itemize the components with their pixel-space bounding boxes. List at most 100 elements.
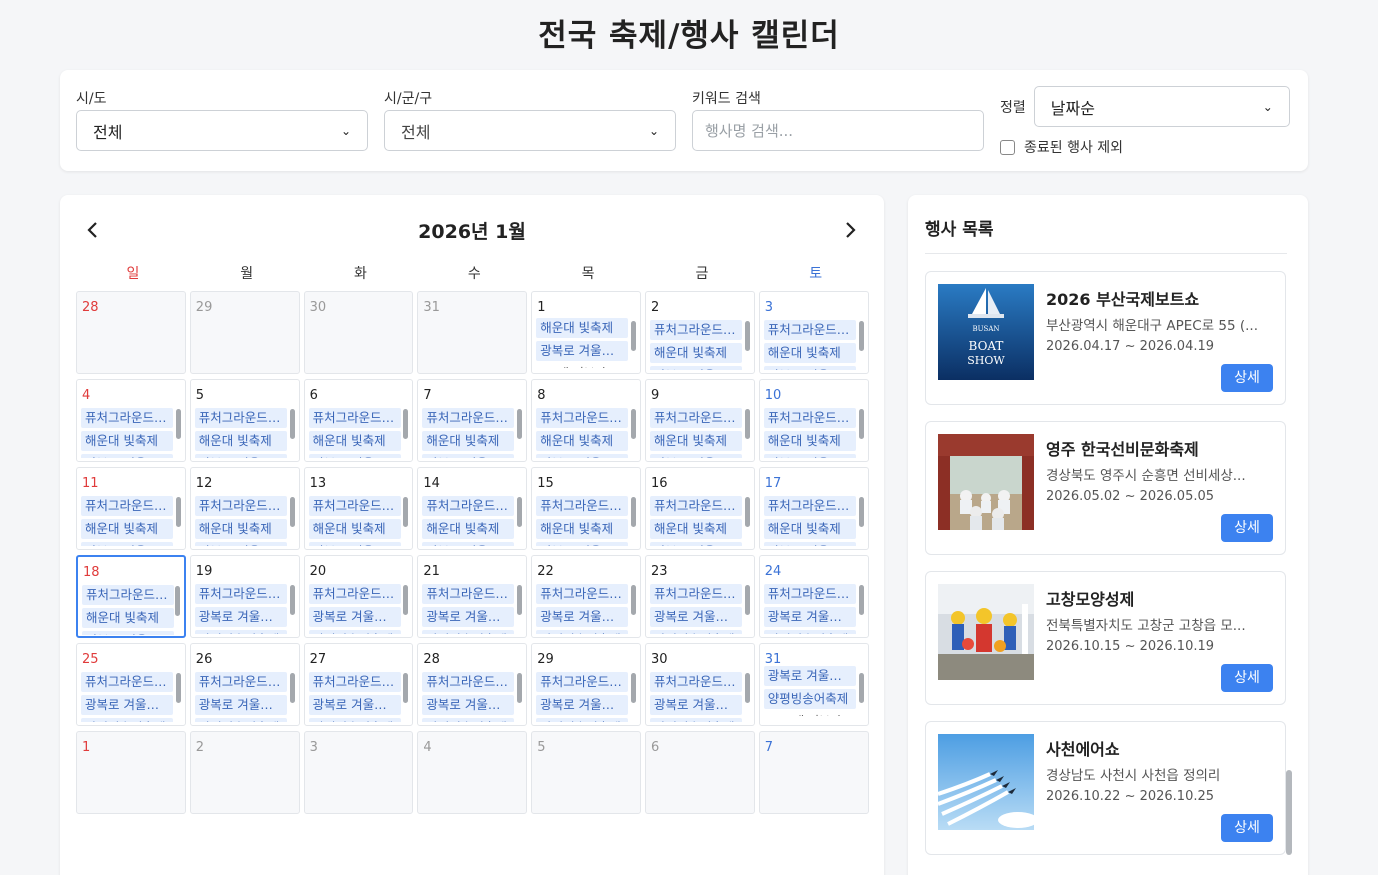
calendar-event-chip[interactable]: 해운대 빛축제 — [536, 318, 629, 338]
calendar-event-chip[interactable]: 퓨처그라운드 ... — [763, 320, 856, 340]
calendar-event-chip[interactable]: 해운대 빛축제 — [308, 519, 401, 539]
calendar-day-cell[interactable]: 31 — [417, 291, 528, 374]
calendar-event-chip[interactable]: 양평빙송어축제 — [763, 689, 856, 709]
calendar-event-chip[interactable]: 광복로 겨울빛... — [649, 607, 742, 627]
calendar-event-chip[interactable]: 양평빙송어축제 — [536, 630, 629, 634]
day-scrollbar-thumb[interactable] — [175, 409, 181, 439]
calendar-event-chip[interactable]: 광복로 겨울빛... — [649, 366, 742, 370]
calendar-event-chip[interactable]: 광복로 겨울빛... — [763, 666, 856, 686]
calendar-day-cell[interactable]: 9 퓨처그라운드 ... 해운대 빛축제광복로 겨울빛... — [644, 379, 755, 462]
calendar-day-cell[interactable]: 27 퓨처그라운드 ... 광복로 겨울빛... 양평빙송어축제 — [303, 643, 414, 726]
calendar-event-chip[interactable]: 광복로 겨울빛... — [308, 542, 401, 546]
calendar-day-cell-today[interactable]: 18 퓨처그라운드 ... 해운대 빛축제광복로 겨울빛... — [76, 555, 186, 638]
calendar-event-chip[interactable]: 해운대 빛축제 — [763, 343, 856, 363]
calendar-event-chip[interactable]: 광복로 겨울빛... — [194, 607, 287, 627]
day-scrollbar-thumb[interactable] — [289, 585, 295, 615]
day-scrollbar-thumb[interactable] — [403, 409, 409, 439]
calendar-event-chip[interactable]: 해운대 빛축제 — [763, 519, 856, 539]
calendar-event-chip[interactable]: 광복로 겨울빛... — [649, 454, 742, 458]
day-scrollbar-thumb[interactable] — [744, 321, 750, 351]
calendar-event-chip[interactable]: 양평빙송어축제 — [649, 630, 742, 634]
calendar-event-chip[interactable]: 해운대 빛축제 — [422, 431, 515, 451]
calendar-day-cell[interactable]: 26 퓨처그라운드 ... 광복로 겨울빛... 양평빙송어축제 — [189, 643, 300, 726]
calendar-event-chip[interactable]: 양평빙송어축제 — [422, 630, 515, 634]
calendar-event-chip[interactable]: 퓨처그라운드 ... — [763, 584, 856, 604]
calendar-event-chip[interactable]: 광복로 겨울빛... — [308, 454, 401, 458]
day-scrollbar-thumb[interactable] — [630, 409, 636, 439]
detail-button[interactable]: 상세 — [1221, 664, 1273, 692]
calendar-day-cell[interactable]: 22 퓨처그라운드 ... 광복로 겨울빛... 양평빙송어축제 — [531, 555, 641, 638]
calendar-day-cell[interactable]: 10 퓨처그라운드 ... 해운대 빛축제광복로 겨울빛... — [758, 379, 869, 462]
day-scrollbar-thumb[interactable] — [403, 497, 409, 527]
calendar-event-chip[interactable]: 퓨처그라운드 ... — [194, 496, 287, 516]
calendar-event-chip[interactable]: 퓨처그라운드 ... — [649, 672, 742, 692]
event-card[interactable]: BUSAN BOAT SHOW 2026 부산국제보트쇼 부산광역시 해운대구 … — [925, 271, 1286, 405]
calendar-event-chip[interactable]: 광복로 겨울빛... — [649, 695, 742, 715]
calendar-day-cell[interactable]: 31광복로 겨울빛... 양평빙송어축제 +10개 더보기 — [758, 643, 869, 726]
calendar-event-chip[interactable]: 광복로 겨울빛... — [763, 366, 856, 370]
calendar-event-chip[interactable]: 광복로 겨울빛... — [194, 454, 287, 458]
calendar-event-chip[interactable]: 광복로 겨울빛... — [536, 341, 629, 361]
event-card[interactable]: 사천에어쇼 경상남도 사천시 사천읍 정의리 2026.10.22 ~ 2026… — [925, 721, 1286, 855]
calendar-day-cell[interactable]: 29 — [189, 291, 300, 374]
more-events-link[interactable]: +6개 더보기 — [536, 364, 628, 368]
calendar-event-chip[interactable]: 퓨처그라운드 ... — [82, 585, 174, 605]
more-events-link[interactable]: +10개 더보기 — [764, 712, 856, 716]
sido-select[interactable]: 전체 ⌄ — [76, 110, 368, 151]
calendar-event-chip[interactable]: 해운대 빛축제 — [81, 431, 173, 451]
calendar-event-chip[interactable]: 광복로 겨울빛... — [422, 542, 515, 546]
detail-button[interactable]: 상세 — [1221, 814, 1273, 842]
day-scrollbar-thumb[interactable] — [630, 321, 636, 351]
calendar-event-chip[interactable]: 해운대 빛축제 — [308, 431, 401, 451]
calendar-day-cell[interactable]: 4 — [417, 731, 528, 814]
scrollbar-thumb[interactable] — [1286, 770, 1292, 855]
calendar-event-chip[interactable]: 퓨처그라운드 ... — [194, 408, 287, 428]
calendar-event-chip[interactable]: 광복로 겨울빛... — [422, 454, 515, 458]
calendar-event-chip[interactable]: 해운대 빛축제 — [763, 431, 856, 451]
calendar-event-chip[interactable]: 광복로 겨울빛... — [308, 695, 401, 715]
calendar-event-chip[interactable]: 광복로 겨울빛... — [763, 607, 856, 627]
calendar-day-cell[interactable]: 14 퓨처그라운드 ... 해운대 빛축제광복로 겨울빛... — [417, 467, 528, 550]
calendar-event-chip[interactable]: 퓨처그라운드 ... — [194, 584, 287, 604]
day-scrollbar-thumb[interactable] — [517, 409, 523, 439]
calendar-event-chip[interactable]: 해운대 빛축제 — [82, 608, 174, 628]
calendar-event-chip[interactable]: 퓨처그라운드 ... — [536, 408, 629, 428]
calendar-event-chip[interactable]: 퓨처그라운드 ... — [649, 496, 742, 516]
day-scrollbar-thumb[interactable] — [744, 673, 750, 703]
calendar-day-cell[interactable]: 24 퓨처그라운드 ... 광복로 겨울빛... 양평빙송어축제 — [758, 555, 869, 638]
calendar-event-chip[interactable]: 퓨처그라운드 ... — [763, 408, 856, 428]
calendar-day-cell[interactable]: 28 퓨처그라운드 ... 광복로 겨울빛... 양평빙송어축제 — [417, 643, 528, 726]
day-scrollbar-thumb[interactable] — [744, 409, 750, 439]
calendar-day-cell[interactable]: 2 퓨처그라운드 ... 해운대 빛축제광복로 겨울빛... — [644, 291, 755, 374]
calendar-event-chip[interactable]: 양평빙송어축제 — [763, 630, 856, 634]
calendar-event-chip[interactable]: 해운대 빛축제 — [422, 519, 515, 539]
calendar-day-cell[interactable]: 21 퓨처그라운드 ... 광복로 겨울빛... 양평빙송어축제 — [417, 555, 528, 638]
calendar-event-chip[interactable]: 광복로 겨울빛... — [81, 454, 173, 458]
calendar-event-chip[interactable]: 양평빙송어축제 — [422, 718, 515, 722]
calendar-event-chip[interactable]: 양평빙송어축제 — [194, 630, 287, 634]
calendar-event-chip[interactable]: 퓨처그라운드 ... — [536, 672, 629, 692]
calendar-day-cell[interactable]: 1 해운대 빛축제광복로 겨울빛... +6개 더보기 — [531, 291, 641, 374]
calendar-event-chip[interactable]: 광복로 겨울빛... — [194, 542, 287, 546]
calendar-event-chip[interactable]: 퓨처그라운드 ... — [194, 672, 287, 692]
calendar-day-cell[interactable]: 30 — [303, 291, 414, 374]
day-scrollbar-thumb[interactable] — [744, 585, 750, 615]
calendar-day-cell[interactable]: 4 퓨처그라운드 ... 해운대 빛축제광복로 겨울빛... — [76, 379, 186, 462]
calendar-event-chip[interactable]: 광복로 겨울빛... — [422, 695, 515, 715]
day-scrollbar-thumb[interactable] — [630, 673, 636, 703]
calendar-event-chip[interactable]: 해운대 빛축제 — [536, 519, 629, 539]
day-scrollbar-thumb[interactable] — [403, 585, 409, 615]
calendar-event-chip[interactable]: 해운대 빛축제 — [649, 343, 742, 363]
calendar-day-cell[interactable]: 8 퓨처그라운드 ... 해운대 빛축제광복로 겨울빛... — [531, 379, 641, 462]
calendar-event-chip[interactable]: 퓨처그라운드 ... — [308, 496, 401, 516]
calendar-event-chip[interactable]: 광복로 겨울빛... — [649, 542, 742, 546]
calendar-event-chip[interactable]: 광복로 겨울빛... — [536, 607, 629, 627]
calendar-day-cell[interactable]: 17 퓨처그라운드 ... 해운대 빛축제광복로 겨울빛... — [758, 467, 869, 550]
calendar-event-chip[interactable]: 퓨처그라운드 ... — [308, 408, 401, 428]
calendar-day-cell[interactable]: 7 — [758, 731, 869, 814]
day-scrollbar-thumb[interactable] — [517, 585, 523, 615]
calendar-event-chip[interactable]: 퓨처그라운드 ... — [536, 584, 629, 604]
calendar-day-cell[interactable]: 29 퓨처그라운드 ... 광복로 겨울빛... 양평빙송어축제 — [531, 643, 641, 726]
day-scrollbar-thumb[interactable] — [289, 409, 295, 439]
keyword-search-input[interactable]: 행사명 검색... — [692, 110, 984, 151]
